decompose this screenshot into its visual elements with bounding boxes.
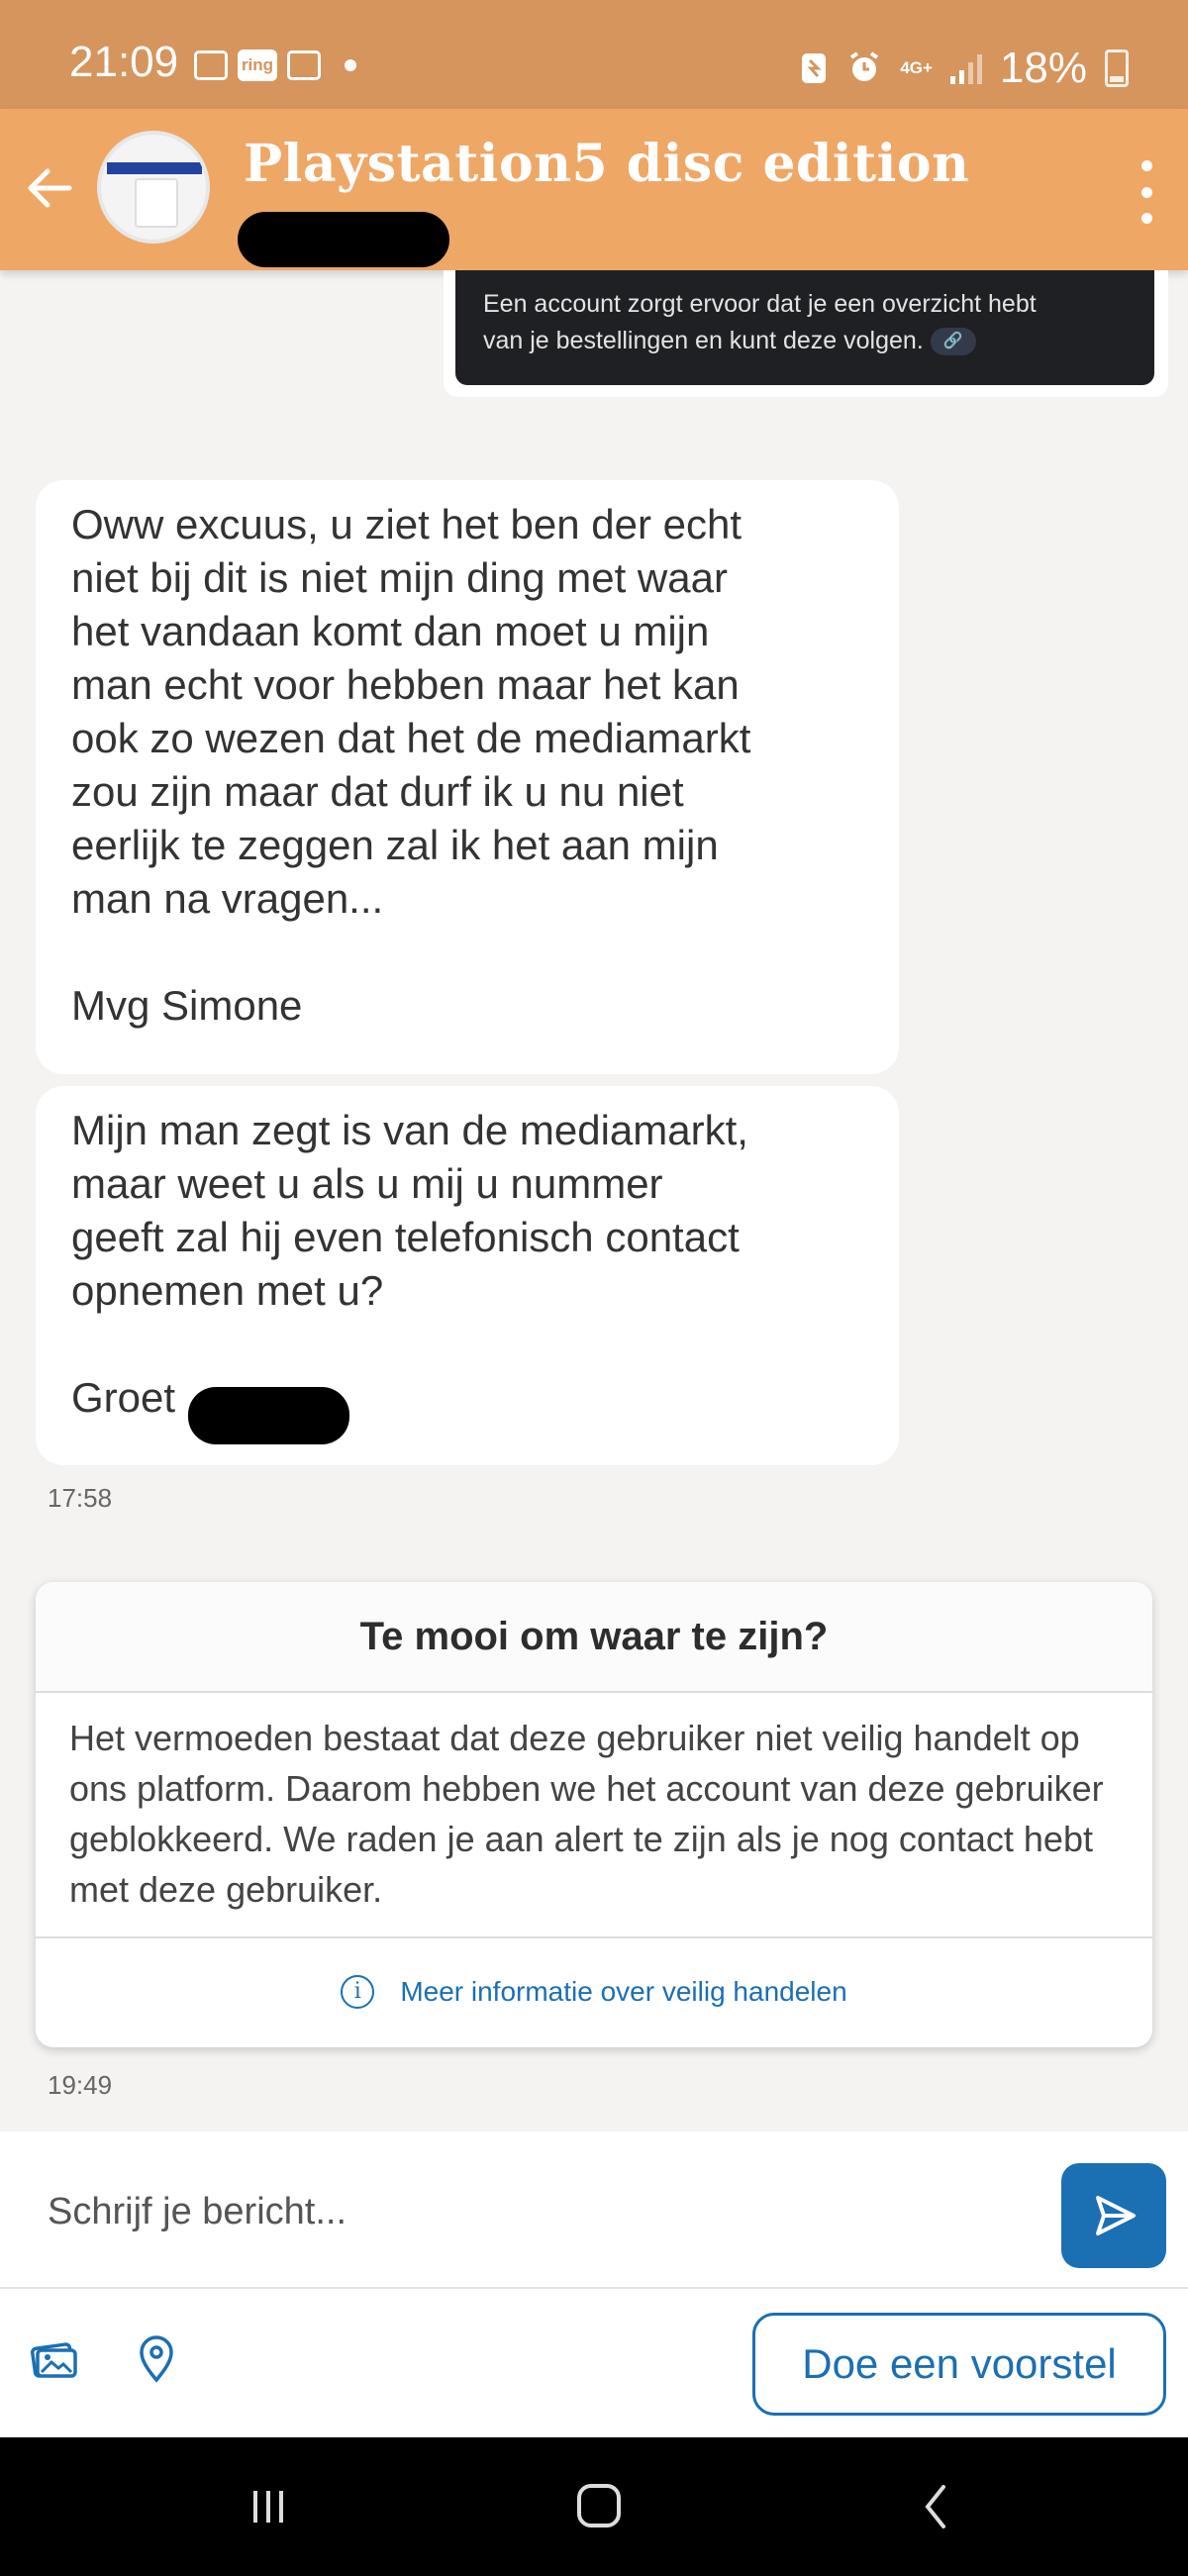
message-text: Oww excuus, u ziet het ben der echt niet… [71, 501, 751, 1029]
battery-level: 18% [999, 44, 1087, 92]
message-input[interactable] [46, 2181, 1020, 2242]
avatar-console [135, 178, 178, 228]
nav-back-icon[interactable] [901, 2477, 970, 2536]
status-bar: 21:09 ring 4G+ 18% [0, 0, 1188, 109]
message-time: 17:58 [48, 1483, 113, 1513]
composer-actions: Doe een voorstel [0, 2289, 1188, 2437]
link-icon[interactable] [930, 328, 976, 356]
signal-icon [949, 52, 982, 84]
message-text: Mijn man zegt is van de mediamarkt, maar… [71, 1107, 748, 1421]
recents-icon[interactable] [234, 2477, 303, 2536]
home-icon[interactable] [564, 2477, 634, 2536]
warning-time: 19:49 [48, 2070, 113, 2100]
system-nav-bar [0, 2437, 1188, 2576]
avatar-image [107, 162, 202, 174]
make-offer-button[interactable]: Doe een voorstel [752, 2313, 1166, 2416]
image-icon [194, 50, 228, 80]
alarm-icon [850, 51, 879, 81]
status-time: 21:09 [69, 38, 179, 86]
more-vertical-icon[interactable] [1135, 160, 1158, 224]
own-message-card: Een account zorgt ervoor dat je een over… [455, 270, 1154, 385]
warning-body: Het vermoeden bestaat dat deze gebruiker… [36, 1693, 1152, 1938]
incoming-message: Oww excuus, u ziet het ben der echt niet… [36, 480, 899, 1074]
battery-icon [1105, 50, 1129, 87]
warning-title: Te mooi om waar te zijn? [36, 1582, 1152, 1693]
send-button[interactable] [1061, 2163, 1166, 2268]
message-composer [0, 2131, 1188, 2289]
nfc-icon [802, 53, 827, 83]
notification-icons: ring [194, 50, 356, 81]
arrow-left-icon[interactable] [18, 156, 81, 220]
dot-icon [345, 59, 356, 71]
mail-icon [287, 50, 321, 80]
location-pin-icon[interactable] [129, 2330, 184, 2386]
send-icon [1096, 2196, 1136, 2235]
safe-trading-link[interactable]: i Meer informatie over veilig handelen [36, 1938, 1152, 2045]
redacted-name [188, 1387, 349, 1444]
avatar[interactable] [97, 131, 210, 244]
safe-trading-link-label: Meer informatie over veilig handelen [400, 1976, 847, 2007]
app-bar: Playstation5 disc edition [0, 109, 1188, 270]
safety-warning-card: Te mooi om waar te zijn? Het vermoeden b… [36, 1582, 1152, 2047]
info-icon: i [341, 1975, 375, 2009]
network-4g-icon: 4G+ [900, 58, 933, 77]
page-title[interactable]: Playstation5 disc edition [244, 134, 969, 194]
photo-icon[interactable] [26, 2330, 81, 2386]
redacted-username [238, 212, 449, 267]
ring-icon: ring [238, 50, 277, 81]
system-icons: 4G+ 18% [799, 44, 1129, 93]
incoming-message: Mijn man zegt is van de mediamarkt, maar… [36, 1086, 899, 1465]
